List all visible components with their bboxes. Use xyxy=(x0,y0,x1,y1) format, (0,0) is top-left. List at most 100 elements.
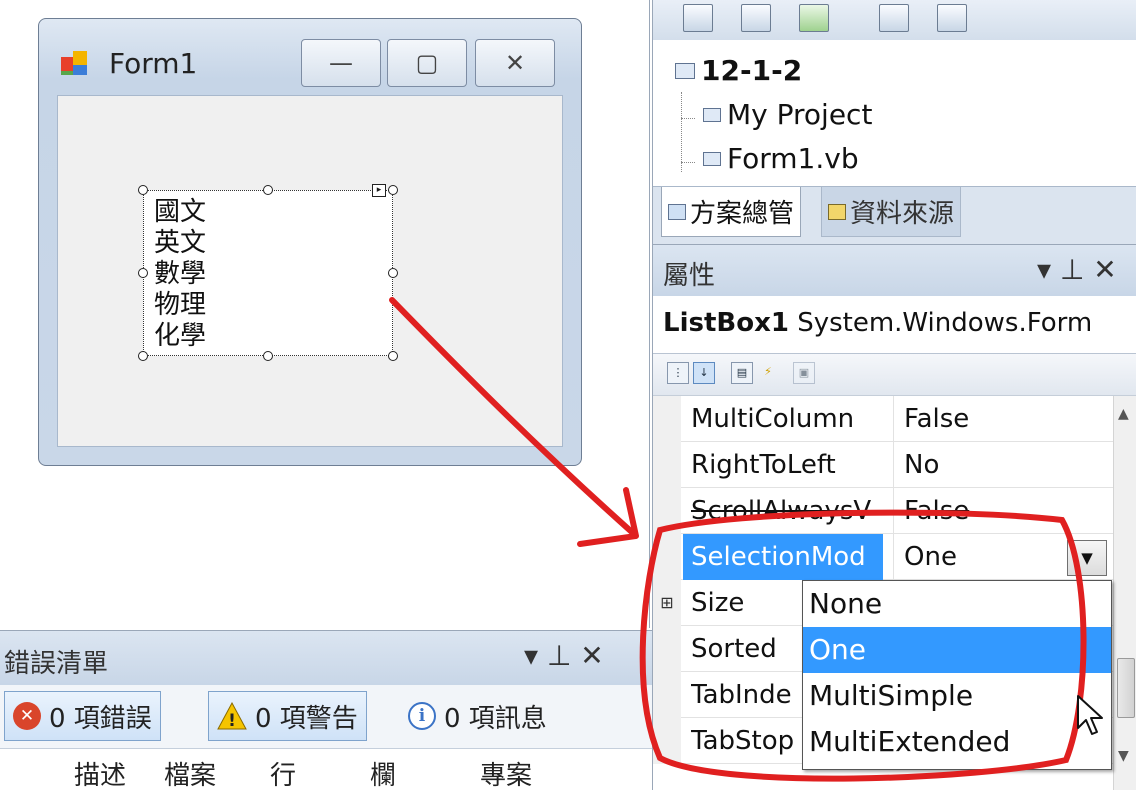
property-name: RightToLeft xyxy=(691,450,836,480)
warnings-filter-button[interactable]: ! 0 項警告 xyxy=(208,691,367,741)
info-icon: i xyxy=(408,702,436,730)
pane-options-icon[interactable]: ▾ ⊥ ✕ xyxy=(524,639,604,672)
row-gutter xyxy=(653,442,681,488)
property-grid-scrollbar[interactable]: ▲ ▼ xyxy=(1113,396,1136,790)
property-row[interactable]: MultiColumn False xyxy=(653,396,1113,442)
tree-branch xyxy=(681,118,695,119)
row-gutter xyxy=(653,396,681,442)
dropdown-option[interactable]: MultiSimple xyxy=(803,673,1111,719)
object-selector[interactable]: ListBox1 System.Windows.Form xyxy=(653,296,1136,354)
resize-handle[interactable] xyxy=(138,351,148,361)
selection-mode-dropdown[interactable]: None One MultiSimple MultiExtended xyxy=(802,580,1112,770)
property-row[interactable]: ScrollAlwaysV False xyxy=(653,488,1113,534)
column-header[interactable]: 檔案 xyxy=(164,755,216,790)
error-list-header: 錯誤清單 ▾ ⊥ ✕ xyxy=(0,631,652,685)
row-gutter xyxy=(653,534,681,580)
column-header[interactable]: 描述 xyxy=(74,755,126,790)
show-all-files-icon[interactable] xyxy=(741,4,771,32)
scroll-up-icon[interactable]: ▲ xyxy=(1118,406,1129,422)
listbox-item[interactable]: 化學 xyxy=(154,321,392,352)
resize-handle[interactable] xyxy=(138,268,148,278)
close-button[interactable]: ✕ xyxy=(475,39,555,87)
pane-options-icon[interactable]: ▾ ⊥ ✕ xyxy=(1037,253,1117,286)
errors-filter-button[interactable]: ✕ 0 項錯誤 xyxy=(4,691,161,741)
property-pages-icon[interactable]: ▣ xyxy=(793,362,815,384)
warnings-count: 0 項警告 xyxy=(255,703,358,734)
expand-icon[interactable]: ⊞ xyxy=(653,580,681,626)
properties-view-icon[interactable]: ▤ xyxy=(731,362,753,384)
resize-handle[interactable] xyxy=(263,185,273,195)
tree-lines xyxy=(681,92,701,172)
row-gutter xyxy=(653,488,681,534)
maximize-button[interactable]: ▢ xyxy=(387,39,467,87)
column-header[interactable]: 欄 xyxy=(370,755,396,790)
tree-project-node[interactable]: 12-1-2 xyxy=(675,54,802,87)
view-code-icon[interactable] xyxy=(879,4,909,32)
tree-node-label: My Project xyxy=(727,98,873,131)
scrollbar-thumb[interactable] xyxy=(1117,658,1135,718)
property-value[interactable]: False xyxy=(893,488,1113,534)
property-value[interactable]: No xyxy=(893,442,1113,488)
smart-tag-icon[interactable]: ▸ xyxy=(372,184,386,197)
categorized-icon[interactable]: ⋮ xyxy=(667,362,689,384)
alphabetical-icon[interactable]: ↓ xyxy=(693,362,715,384)
solution-toolbar xyxy=(653,0,1136,40)
solution-explorer: 12-1-2 My Project Form1.vb 方案總管 資料來源 xyxy=(652,0,1136,244)
tab-label: 資料來源 xyxy=(850,199,955,229)
column-header[interactable]: 行 xyxy=(270,755,296,790)
property-name: MultiColumn xyxy=(691,404,855,434)
property-row[interactable]: RightToLeft No xyxy=(653,442,1113,488)
resize-handle[interactable] xyxy=(138,185,148,195)
listbox1[interactable]: 國文 英文 數學 物理 化學 ▸ xyxy=(138,184,398,361)
form-designer-surface: Form1 — ▢ ✕ 國文 英文 數學 物理 化學 ▸ xyxy=(0,0,650,628)
resize-handle[interactable] xyxy=(263,351,273,361)
properties-icon[interactable] xyxy=(683,4,713,32)
maximize-icon: ▢ xyxy=(415,49,439,77)
class-view-icon[interactable] xyxy=(995,4,1025,32)
solution-tabs: 方案總管 資料來源 xyxy=(653,186,1136,244)
form1-window[interactable]: Form1 — ▢ ✕ 國文 英文 數學 物理 化學 ▸ xyxy=(38,18,582,466)
refresh-icon[interactable] xyxy=(799,4,829,32)
listbox-item[interactable]: 數學 xyxy=(154,259,392,290)
listbox-item[interactable]: 英文 xyxy=(154,228,392,259)
listbox-item[interactable]: 國文 xyxy=(154,197,392,228)
solution-explorer-icon xyxy=(668,203,686,220)
view-designer-icon[interactable] xyxy=(937,4,967,32)
property-row-selectionmode[interactable]: SelectionMod One ▼ xyxy=(653,534,1113,580)
events-icon[interactable]: ⚡ xyxy=(757,362,779,384)
tab-data-sources[interactable]: 資料來源 xyxy=(821,187,962,237)
property-value[interactable]: False xyxy=(893,396,1113,442)
dropdown-option-selected[interactable]: One xyxy=(803,627,1111,673)
object-name: ListBox1 xyxy=(663,308,789,338)
resize-handle[interactable] xyxy=(388,351,398,361)
error-list-columns: 描述 檔案 行 欄 專案 xyxy=(0,749,652,790)
project-icon xyxy=(675,62,695,79)
form-title: Form1 xyxy=(109,47,198,80)
scroll-down-icon[interactable]: ▼ xyxy=(1118,748,1129,764)
dropdown-option[interactable]: MultiExtended xyxy=(803,719,1111,765)
resize-handle[interactable] xyxy=(388,268,398,278)
row-gutter xyxy=(653,672,681,718)
dropdown-option[interactable]: None xyxy=(803,581,1111,627)
form-file-icon xyxy=(703,151,721,166)
error-list-toolbar: ✕ 0 項錯誤 ! 0 項警告 i 0 項訊息 xyxy=(0,685,652,749)
column-header[interactable]: 專案 xyxy=(480,755,532,790)
messages-filter-button[interactable]: i 0 項訊息 xyxy=(400,691,555,741)
mouse-cursor-icon xyxy=(1077,695,1103,735)
tree-node-my-project[interactable]: My Project xyxy=(703,98,872,131)
tab-solution-explorer[interactable]: 方案總管 xyxy=(661,187,802,237)
close-icon: ✕ xyxy=(504,49,526,77)
row-gutter xyxy=(653,718,681,764)
form-app-icon xyxy=(61,51,93,79)
errors-count: 0 項錯誤 xyxy=(49,703,152,734)
property-name: ScrollAlwaysV xyxy=(691,496,872,526)
object-label: ListBox1 System.Windows.Form xyxy=(663,308,1092,338)
tab-label: 方案總管 xyxy=(690,199,795,229)
minimize-button[interactable]: — xyxy=(301,39,381,87)
tree-node-form1[interactable]: Form1.vb xyxy=(703,142,859,175)
resize-handle[interactable] xyxy=(388,185,398,195)
listbox-item[interactable]: 物理 xyxy=(154,290,392,321)
form-client-area[interactable]: 國文 英文 數學 物理 化學 ▸ xyxy=(57,95,563,447)
dropdown-arrow-button[interactable]: ▼ xyxy=(1067,540,1107,576)
error-icon: ✕ xyxy=(13,702,41,730)
